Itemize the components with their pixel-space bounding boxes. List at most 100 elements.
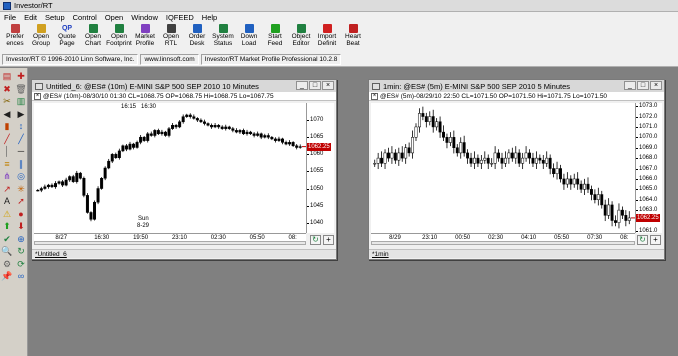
- refresh-chart-button[interactable]: ↻: [637, 235, 648, 245]
- line-icon[interactable]: ╱: [1, 134, 13, 145]
- refresh-icon[interactable]: ⟳: [15, 259, 27, 270]
- price-plot-area[interactable]: [371, 103, 635, 233]
- line-icon[interactable]: ╱: [15, 134, 27, 145]
- maximize-button[interactable]: □: [309, 81, 321, 90]
- chart-tab[interactable]: *Untitled_6: [35, 251, 67, 258]
- pitchfork-icon[interactable]: ⋔: [1, 171, 13, 182]
- zoom-icon[interactable]: ⊕: [15, 234, 27, 245]
- alert-icon[interactable]: ⚠: [1, 209, 13, 220]
- delete-icon[interactable]: ✖: [1, 84, 13, 95]
- channel-icon[interactable]: ∥: [15, 159, 27, 170]
- menu-setup[interactable]: Setup: [45, 13, 65, 22]
- sync-icon[interactable]: ↻: [15, 246, 27, 257]
- candle-body: [400, 152, 404, 159]
- close-chart-icon[interactable]: ×: [34, 92, 41, 100]
- refresh-chart-button[interactable]: ↻: [310, 235, 321, 245]
- close-button[interactable]: ×: [650, 81, 662, 90]
- check-icon[interactable]: ✔: [1, 234, 13, 245]
- candle-body: [89, 212, 93, 220]
- system-status-button[interactable]: System Status: [210, 23, 236, 53]
- marker-icon[interactable]: ●: [15, 209, 27, 220]
- bars-icon[interactable]: ▥: [15, 96, 27, 107]
- magnify-icon[interactable]: 🔍: [1, 246, 13, 257]
- menu-iqfeed[interactable]: IQFEED: [166, 13, 194, 22]
- chart-window-10min[interactable]: Untitled_6: @ES# (10m) E-MINI S&P 500 SE…: [31, 79, 337, 260]
- chart-tab-row: *Untitled_6: [32, 249, 336, 258]
- candle-body: [231, 128, 235, 131]
- import-definition-button[interactable]: Import Definit: [314, 23, 340, 53]
- close-button[interactable]: ×: [322, 81, 334, 90]
- cut-icon[interactable]: ✂: [1, 96, 13, 107]
- chart-tab[interactable]: *1min: [372, 251, 389, 258]
- minimize-button[interactable]: _: [296, 81, 308, 90]
- pin-icon[interactable]: 📌: [1, 271, 13, 282]
- time-axis: 8/27 16:30 19:50 23:10 02:30 05:50 08:: [34, 233, 306, 241]
- candle-body: [206, 123, 210, 126]
- horizontal-scrollbar[interactable]: [34, 241, 306, 245]
- text-icon[interactable]: A: [1, 196, 13, 207]
- heartbeat-button[interactable]: Heart Beat: [340, 23, 366, 53]
- buy-icon[interactable]: ⬆: [1, 221, 13, 232]
- crosshair-icon[interactable]: ✚: [15, 71, 27, 82]
- fib-icon[interactable]: ≡: [1, 159, 13, 170]
- chart-window-title[interactable]: Untitled_6: @ES# (10m) E-MINI S&P 500 SE…: [32, 80, 336, 92]
- vertical-line-icon[interactable]: │: [1, 146, 13, 157]
- day-label-date: 8-29: [137, 223, 150, 229]
- price-plot-area[interactable]: 16:15 16:30 Sun 8-29: [34, 103, 306, 233]
- add-pane-button[interactable]: +: [323, 235, 334, 245]
- trend-icon[interactable]: ↗: [1, 184, 13, 195]
- price-axis[interactable]: 1070 1065 1060 1055 1050 1045 1040 1062.25: [306, 103, 334, 233]
- cycle-icon[interactable]: ◎: [15, 171, 27, 182]
- chart-window-5min[interactable]: 1min: @ES# (5m) E-MINI S&P 500 SEP 2010 …: [368, 79, 665, 260]
- candle-body: [50, 184, 54, 188]
- open-footprint-button[interactable]: Open Footprint: [106, 23, 132, 53]
- menu-control[interactable]: Control: [73, 13, 97, 22]
- trash-icon[interactable]: 🗑: [15, 84, 27, 95]
- close-chart-icon[interactable]: ×: [371, 92, 378, 100]
- candlestick-chart-10min[interactable]: [34, 103, 306, 233]
- chart-header-text: @ES# (5m)-08/29/10 22:50 CL=1071.50 OP=1…: [380, 92, 608, 100]
- start-feed-button[interactable]: Start Feed: [262, 23, 288, 53]
- menu-help[interactable]: Help: [202, 13, 217, 22]
- candle-body: [256, 133, 260, 136]
- candlestick-chart-5min[interactable]: [371, 103, 635, 233]
- candle-body: [383, 152, 387, 164]
- order-desk-button[interactable]: Order Desk: [184, 23, 210, 53]
- candle-body: [610, 204, 614, 221]
- download-button[interactable]: Down Load: [236, 23, 262, 53]
- horizontal-scrollbar[interactable]: [371, 241, 635, 245]
- candle-body: [128, 143, 132, 150]
- menu-window[interactable]: Window: [131, 13, 158, 22]
- open-chart-button[interactable]: Open Chart: [80, 23, 106, 53]
- candles-icon[interactable]: ▮: [1, 121, 13, 132]
- candle-body: [442, 131, 445, 138]
- arrow-left-icon[interactable]: ◀: [1, 109, 13, 120]
- object-editor-button[interactable]: Object Editor: [288, 23, 314, 53]
- minimize-button[interactable]: _: [624, 81, 636, 90]
- market-profile-button[interactable]: Market Profile: [132, 23, 158, 53]
- open-group-button[interactable]: Open Group: [28, 23, 54, 53]
- website-text[interactable]: www.linnsoft.com: [140, 54, 199, 65]
- bar-chart-icon[interactable]: ▤: [1, 71, 13, 82]
- menu-open[interactable]: Open: [105, 13, 123, 22]
- candle-body: [421, 113, 425, 117]
- open-rtl-button[interactable]: Open RTL: [158, 23, 184, 53]
- candle-body: [583, 183, 587, 190]
- chart-window-title[interactable]: 1min: @ES# (5m) E-MINI S&P 500 SEP 2010 …: [369, 80, 664, 92]
- arrow-right-icon[interactable]: ▶: [15, 109, 27, 120]
- price-axis[interactable]: 1073.0 1072.0 1071.0 1070.0 1069.0 1068.0 1067…: [635, 103, 662, 234]
- menu-file[interactable]: File: [4, 13, 16, 22]
- sell-icon[interactable]: ⬇: [15, 221, 27, 232]
- gann-icon[interactable]: ✳: [15, 184, 27, 195]
- horizontal-line-icon[interactable]: ─: [15, 146, 27, 157]
- quote-page-button[interactable]: QP Quote Page: [54, 23, 80, 53]
- measure-icon[interactable]: ↕: [15, 121, 27, 132]
- arrow-icon[interactable]: ➚: [15, 196, 27, 207]
- menu-edit[interactable]: Edit: [24, 13, 37, 22]
- link-icon[interactable]: ∞: [15, 271, 27, 282]
- candle-body: [93, 201, 97, 220]
- preferences-button[interactable]: Prefer ences: [2, 23, 28, 53]
- maximize-button[interactable]: □: [637, 81, 649, 90]
- settings-icon[interactable]: ⚙: [1, 259, 13, 270]
- add-pane-button[interactable]: +: [650, 235, 661, 245]
